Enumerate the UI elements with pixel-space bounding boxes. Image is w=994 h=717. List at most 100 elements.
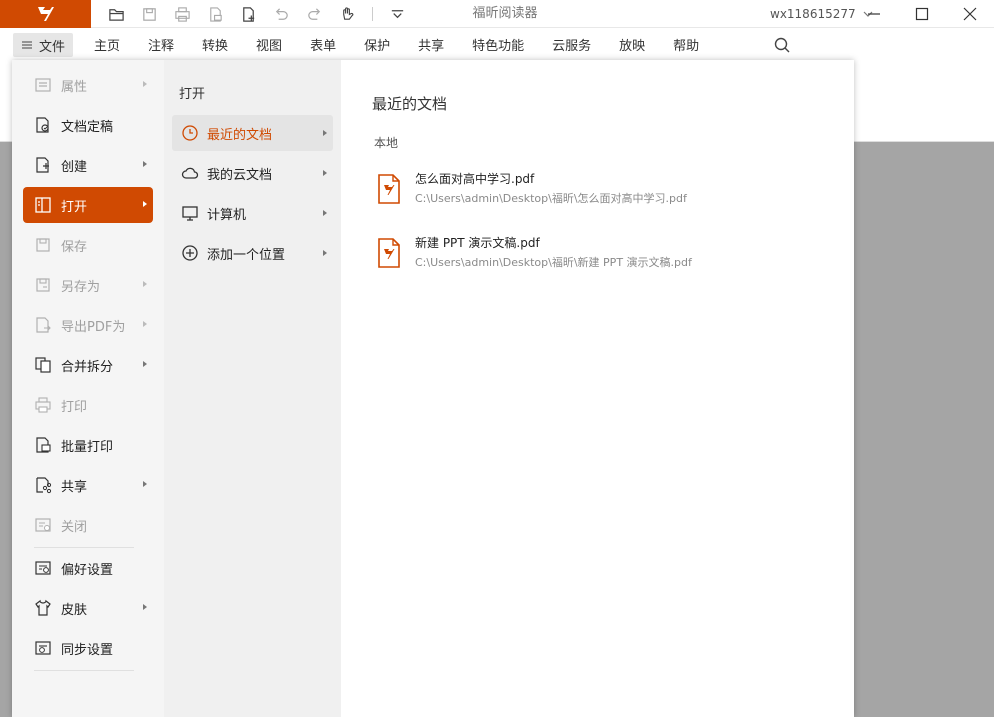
properties-icon [33,75,53,95]
open-submenu-item[interactable]: 添加一个位置 [172,235,333,271]
file-menu-item[interactable]: 合并拆分 [23,347,153,383]
file-menu-button[interactable]: 文件 [13,33,73,57]
file-menu-item[interactable]: 关闭 [23,507,153,543]
file-menu-item[interactable]: 同步设置 [23,630,153,666]
recent-file-name: 怎么面对高中学习.pdf [415,172,535,186]
file-menu-label: 文件 [38,39,65,55]
clock-icon [180,123,200,143]
monitor-icon [180,203,200,223]
file-menu-item-label: 合并拆分 [61,359,114,375]
file-menu-item[interactable]: 打开 [23,187,153,223]
print-icon[interactable] [166,0,199,28]
file-menu-list: 属性文档定稿创建打开保存另存为导出PDF为合并拆分打印批量打印共享关闭偏好设置皮… [12,60,164,717]
menu-tab[interactable]: 保护 [350,35,404,54]
open-submenu-item-label: 最近的文档 [207,127,273,143]
recent-file-item[interactable]: 新建 PPT 演示文稿.pdf C:\Users\admin\Desktop\福昕… [371,232,831,278]
submenu-arrow-icon [143,321,147,327]
pdf-file-icon [378,238,400,268]
file-menu-item[interactable]: 属性 [23,67,153,103]
file-menu-item[interactable]: 文档定稿 [23,107,153,143]
user-name: wx118615277 [770,7,856,21]
menu-divider [34,670,134,671]
toolbar-separator [372,7,373,21]
file-menu-item[interactable]: 保存 [23,227,153,263]
file-menu-item-label: 创建 [61,159,88,175]
file-menu-item[interactable]: 共享 [23,467,153,503]
cloud-icon [180,163,200,183]
maximize-icon [915,7,929,21]
file-menu-item-label: 皮肤 [61,602,88,618]
share-icon [33,475,53,495]
open-submenu-item[interactable]: 我的云文档 [172,155,333,191]
menu-tab[interactable]: 表单 [296,35,350,54]
submenu-arrow-icon [143,361,147,367]
window-controls [850,0,994,28]
open-folder-icon[interactable] [100,0,133,28]
file-menu-item-label: 同步设置 [61,642,114,658]
submenu-arrow-icon [143,81,147,87]
recent-documents-pane: 最近的文档 本地 怎么面对高中学习.pdf C:\Users\admin\Desk… [341,60,854,717]
export-pdf-icon [33,315,53,335]
file-menu-item[interactable]: 批量打印 [23,427,153,463]
redo-icon[interactable] [298,0,331,28]
submenu-arrow-icon [143,201,147,207]
app-title: 福昕阅读器 [472,6,538,21]
submenu-arrow-icon [323,210,327,216]
menu-tab[interactable]: 转换 [188,35,242,54]
menu-tab[interactable]: 共享 [404,35,458,54]
file-menu-item[interactable]: 创建 [23,147,153,183]
file-menu-panel: 属性文档定稿创建打开保存另存为导出PDF为合并拆分打印批量打印共享关闭偏好设置皮… [12,60,854,717]
dropdown-icon[interactable] [381,0,414,28]
recent-file-item[interactable]: 怎么面对高中学习.pdf C:\Users\admin\Desktop\福昕\怎么… [371,168,831,214]
submenu-arrow-icon [323,250,327,256]
file-menu-item-label: 打开 [61,199,88,215]
menu-tab[interactable]: 云服务 [538,35,605,54]
preferences-icon [33,558,53,578]
minimize-button[interactable] [850,0,898,28]
file-menu-item-label: 打印 [61,399,88,415]
menu-tab[interactable]: 注释 [134,35,188,54]
open-submenu-item-label: 我的云文档 [207,167,273,183]
new-doc-icon[interactable] [232,0,265,28]
foxit-logo-icon [37,7,54,21]
save-icon[interactable] [133,0,166,28]
open-submenu-item-label: 添加一个位置 [207,247,286,263]
menu-tab[interactable]: 放映 [605,35,659,54]
hamburger-icon [21,41,32,49]
file-menu-item[interactable]: 打印 [23,387,153,423]
file-menu-item[interactable]: 导出PDF为 [23,307,153,343]
open-submenu-item[interactable]: 计算机 [172,195,333,231]
file-menu-item[interactable]: 偏好设置 [23,550,153,586]
pdf-file-icon [378,174,400,204]
file-menu-item-label: 关闭 [61,519,88,535]
print-icon [33,395,53,415]
file-menu-item[interactable]: 皮肤 [23,590,153,626]
menu-tab[interactable]: 特色功能 [458,35,538,54]
undo-icon[interactable] [265,0,298,28]
file-menu-item[interactable]: 另存为 [23,267,153,303]
add-circle-icon [180,243,200,263]
file-menu-item-label: 批量打印 [61,439,114,455]
recent-file-path: C:\Users\admin\Desktop\福昕\怎么面对高中学习.pdf [415,192,687,205]
minimize-icon [868,13,880,15]
file-menu-item-label: 保存 [61,239,88,255]
open-submenu-item[interactable]: 最近的文档 [172,115,333,151]
menu-tab[interactable]: 主页 [80,35,134,54]
close-button[interactable] [946,0,994,28]
open-submenu: 打开 最近的文档 我的云文档 计算机 添加一个位置 [164,60,341,717]
app-logo[interactable] [0,0,91,28]
file-menu-item-label: 另存为 [61,279,101,295]
menu-tab[interactable]: 视图 [242,35,296,54]
hand-tool-icon[interactable] [331,0,364,28]
search-icon[interactable] [773,36,791,54]
save-as-icon [33,275,53,295]
file-menu-item-label: 偏好设置 [61,562,114,578]
title-bar: 福昕阅读器 wx118615277 [0,0,994,28]
print-doc-icon[interactable] [199,0,232,28]
quick-access-toolbar [100,0,414,28]
menu-tab[interactable]: 帮助 [659,35,713,54]
maximize-button[interactable] [898,0,946,28]
recent-file-name: 新建 PPT 演示文稿.pdf [415,236,540,250]
submenu-arrow-icon [143,281,147,287]
file-menu-item-label: 共享 [61,479,88,495]
